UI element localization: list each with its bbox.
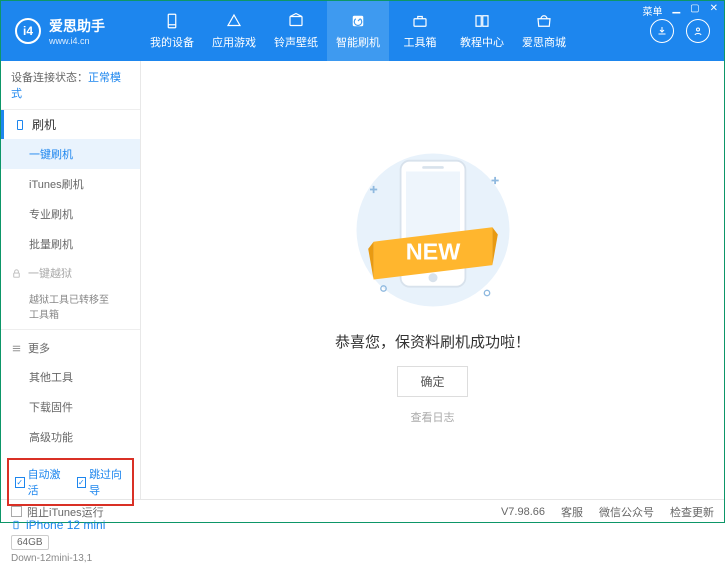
book-icon (473, 12, 491, 30)
success-illustration: NEW (343, 145, 523, 315)
window-close-icon[interactable]: ✕ (710, 3, 718, 18)
sidebar-group-more[interactable]: 更多 (1, 334, 140, 362)
device-subtitle: Down-12mini-13,1 (11, 553, 130, 564)
lock-icon (11, 268, 22, 279)
wechat-link[interactable]: 微信公众号 (599, 504, 654, 520)
nav-label: 爱思商城 (522, 34, 566, 50)
brand-subtitle: www.i4.cn (49, 36, 105, 46)
group-label: 更多 (28, 340, 50, 356)
nav-ringtones-wallpapers[interactable]: 铃声壁纸 (265, 1, 327, 61)
store-icon (535, 12, 553, 30)
ok-button[interactable]: 确定 (397, 366, 467, 397)
footer: 阻止iTunes运行 V7.98.66 客服 微信公众号 检查更新 (1, 499, 724, 523)
checkbox-icon: ✓ (77, 477, 87, 488)
nav-my-device[interactable]: 我的设备 (141, 1, 203, 61)
checkbox-label: 跳过向导 (89, 466, 126, 498)
brand: i4 爱思助手 www.i4.cn (1, 16, 141, 46)
section-label: 刷机 (32, 116, 56, 133)
new-badge-text: NEW (405, 239, 460, 265)
nav-store[interactable]: 爱思商城 (513, 1, 575, 61)
jailbreak-note: 越狱工具已转移至 工具箱 (1, 287, 140, 325)
sidebar-group-jailbreak[interactable]: 一键越狱 (1, 259, 140, 287)
checkbox-block-itunes[interactable] (11, 506, 22, 517)
checkbox-label: 自动激活 (28, 466, 65, 498)
window-minimize-icon[interactable]: ▁ (672, 3, 680, 18)
checkbox-skip-guide[interactable]: ✓ 跳过向导 (77, 466, 127, 498)
nav-label: 铃声壁纸 (274, 34, 318, 50)
connected-device-panel[interactable]: iPhone 12 mini 64GB Down-12mini-13,1 (1, 512, 140, 570)
brand-logo-icon: i4 (15, 18, 41, 44)
sidebar-item-one-click-flash[interactable]: 一键刷机 (1, 139, 140, 169)
block-itunes-label: 阻止iTunes运行 (27, 504, 104, 520)
sidebar-item-advanced[interactable]: 高级功能 (1, 422, 140, 452)
nav-label: 应用游戏 (212, 34, 256, 50)
brand-title: 爱思助手 (49, 16, 105, 36)
nav-label: 智能刷机 (336, 34, 380, 50)
device-name: iPhone 12 mini (11, 518, 130, 532)
phone-small-icon (11, 518, 21, 532)
phone-icon (163, 12, 181, 30)
sidebar-item-pro-flash[interactable]: 专业刷机 (1, 199, 140, 229)
checkbox-auto-activate[interactable]: ✓ 自动激活 (15, 466, 65, 498)
group-label: 一键越狱 (28, 265, 72, 281)
nav-smart-flash[interactable]: 智能刷机 (327, 1, 389, 61)
sidebar-item-itunes-flash[interactable]: iTunes刷机 (1, 169, 140, 199)
menu-lines-icon (11, 343, 22, 354)
sidebar: 设备连接状态：正常模式 刷机 一键刷机 iTunes刷机 专业刷机 批量刷机 一… (1, 61, 141, 499)
app-header: i4 爱思助手 www.i4.cn 我的设备 应用游戏 铃声壁纸 智能刷机 (1, 1, 724, 61)
nav-toolbox[interactable]: 工具箱 (389, 1, 451, 61)
device-connection-state: 设备连接状态：正常模式 (1, 61, 140, 110)
success-message: 恭喜您，保资料刷机成功啦！ (335, 331, 530, 352)
device-capacity: 64GB (11, 535, 49, 550)
nav-label: 教程中心 (460, 34, 504, 50)
nav-label: 工具箱 (404, 34, 437, 50)
flash-icon (349, 12, 367, 30)
highlighted-options-box: ✓ 自动激活 ✓ 跳过向导 (7, 458, 134, 506)
sidebar-section-flash[interactable]: 刷机 (1, 110, 140, 139)
nav-tutorials[interactable]: 教程中心 (451, 1, 513, 61)
sidebar-item-other-tools[interactable]: 其他工具 (1, 362, 140, 392)
menu-icon[interactable]: 菜单 (642, 3, 662, 18)
window-maximize-icon[interactable]: ▢ (690, 3, 699, 18)
sidebar-item-batch-flash[interactable]: 批量刷机 (1, 229, 140, 259)
download-icon[interactable] (650, 19, 674, 43)
media-icon (287, 12, 305, 30)
user-icon[interactable] (686, 19, 710, 43)
toolbox-icon (411, 12, 429, 30)
device-state-label: 设备连接状态： (11, 72, 88, 84)
check-update-link[interactable]: 检查更新 (670, 504, 714, 520)
checkbox-icon: ✓ (15, 477, 25, 488)
main-content: NEW 恭喜您，保资料刷机成功啦！ 确定 查看日志 (141, 61, 724, 499)
nav-apps-games[interactable]: 应用游戏 (203, 1, 265, 61)
customer-service-link[interactable]: 客服 (561, 504, 583, 520)
view-log-link[interactable]: 查看日志 (411, 409, 455, 425)
main-navbar: 我的设备 应用游戏 铃声壁纸 智能刷机 工具箱 教程中心 (141, 1, 650, 61)
sidebar-item-download-firmware[interactable]: 下载固件 (1, 392, 140, 422)
version-label: V7.98.66 (501, 506, 545, 518)
apps-icon (225, 12, 243, 30)
phone-outline-icon (14, 119, 26, 131)
nav-label: 我的设备 (150, 34, 194, 50)
